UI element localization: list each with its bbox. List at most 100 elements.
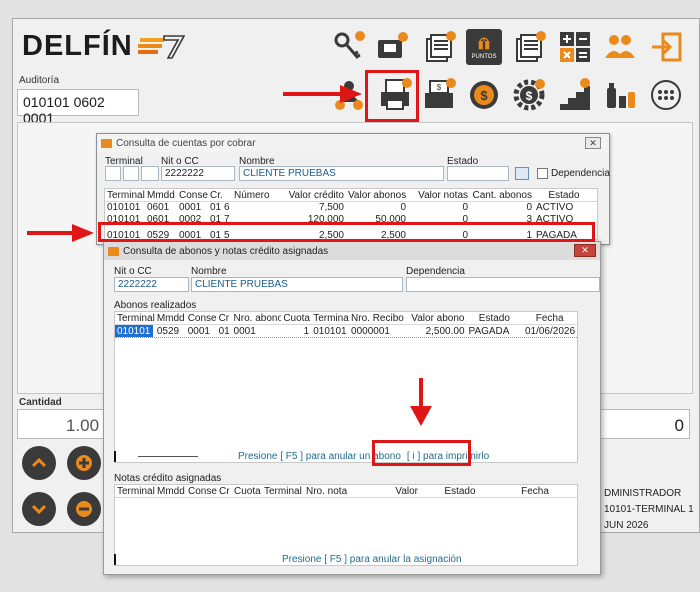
arrow-right-icon xyxy=(340,85,362,103)
col-valor-abonos[interactable]: Valor abonos xyxy=(346,189,408,201)
col-cr[interactable]: Cr xyxy=(217,485,232,497)
col-conse[interactable]: Conse xyxy=(186,485,217,497)
col-terminal[interactable]: Terminal xyxy=(115,485,155,497)
card-wallet-icon[interactable] xyxy=(374,29,410,65)
table-row[interactable]: 010101 0529 0001 01 0001 1 010101 000000… xyxy=(115,325,577,338)
users-icon[interactable] xyxy=(602,29,638,65)
cell-cr: 01 xyxy=(218,326,230,337)
app-logo: DELFÍN xyxy=(22,30,133,62)
cell-nro-abono: 0001 xyxy=(233,326,256,337)
documents-add-icon[interactable] xyxy=(421,29,457,65)
bottles-icon[interactable] xyxy=(602,77,638,113)
col-valor-notas[interactable]: Valor notas xyxy=(408,189,470,201)
col-mmdd[interactable]: Mmdd xyxy=(155,312,186,324)
col-mmdd[interactable]: Mmdd xyxy=(155,485,186,497)
col-terminal[interactable]: Terminal xyxy=(105,189,145,201)
nombre-label: Nombre xyxy=(191,266,227,277)
notas-statusbar: Presione [ F5 ] para anular la asignació… xyxy=(114,552,578,566)
cell-nro-recibo: 0000001 xyxy=(351,326,390,337)
col-cr[interactable]: Cr xyxy=(217,312,232,324)
annotation-box-print-hint xyxy=(372,440,471,466)
window-app-icon xyxy=(101,138,112,148)
col-mmdd[interactable]: Mmdd xyxy=(145,189,177,201)
dependencia-field[interactable] xyxy=(406,277,600,292)
plus-button[interactable] xyxy=(67,446,101,480)
calendar-icon[interactable] xyxy=(515,167,529,180)
col-valor[interactable]: Valor xyxy=(358,485,420,497)
cell-conse: 0001 xyxy=(179,202,202,213)
down-button[interactable] xyxy=(22,492,56,526)
nombre-field[interactable]: CLIENTE PRUEBAS xyxy=(191,277,403,292)
col-estado[interactable]: Estado xyxy=(467,312,523,324)
col-cuota[interactable]: Cuota xyxy=(281,312,311,324)
col-valor-abono[interactable]: Valor abono xyxy=(405,312,467,324)
nombre-field[interactable]: CLIENTE PRUEBAS xyxy=(239,166,444,181)
more-icon[interactable] xyxy=(648,77,684,113)
arrow-right-icon xyxy=(72,224,94,242)
up-button[interactable] xyxy=(22,446,56,480)
dollar-coin-icon[interactable]: $ xyxy=(466,77,502,113)
col-terminal[interactable]: Terminal xyxy=(115,312,155,324)
terminal-field-3[interactable] xyxy=(141,166,159,181)
dollar-gear-icon[interactable]: $ xyxy=(511,77,547,113)
col-nro-nota[interactable]: Nro. nota xyxy=(304,485,358,497)
terminal-field-1[interactable] xyxy=(105,166,121,181)
divider xyxy=(138,455,198,457)
col-fecha[interactable]: Fecha xyxy=(500,485,570,497)
cell-valor-credito: 7,500 xyxy=(318,202,344,213)
cuentas-title: Consulta de cuentas por cobrar xyxy=(116,137,256,149)
cuentas-table-header: Terminal Mmdd Conse Cr. Número Valor cré… xyxy=(105,189,597,202)
cuentas-titlebar: Consulta de cuentas por cobrar xyxy=(97,134,609,152)
close-icon[interactable]: ✕ xyxy=(574,244,596,257)
nit-field[interactable]: 2222222 xyxy=(161,166,235,181)
cell-mmdd: 0529 xyxy=(156,326,180,337)
abonos-section-title: Abonos realizados xyxy=(114,300,197,311)
abonos-table: Terminal Mmdd Conse Cr Nro. abono Cuota … xyxy=(114,311,578,463)
terminal-field-2[interactable] xyxy=(123,166,139,181)
col-terminal-2[interactable]: Terminal xyxy=(311,312,349,324)
svg-text:$: $ xyxy=(480,88,488,103)
minus-button[interactable] xyxy=(67,492,101,526)
user-role: DMINISTRADOR xyxy=(604,488,682,499)
col-estado[interactable]: Estado xyxy=(420,485,500,497)
col-conse[interactable]: Conse xyxy=(177,189,208,201)
annotation-box-selected-row xyxy=(98,222,595,242)
col-nro-recibo[interactable]: Nro. Recibo xyxy=(349,312,405,324)
col-fecha[interactable]: Fecha xyxy=(522,312,577,324)
col-estado[interactable]: Estado xyxy=(534,189,594,201)
window-app-icon xyxy=(108,246,119,256)
cell-terminal: 010101 xyxy=(115,325,153,337)
auditoria-field[interactable]: 010101 0602 0001 xyxy=(17,89,139,126)
svg-text:$: $ xyxy=(437,83,442,92)
col-terminal-2[interactable]: Terminal xyxy=(262,485,304,497)
calculator-icon[interactable] xyxy=(557,29,593,65)
cell-mmdd: 0601 xyxy=(147,202,170,213)
documents-search-icon[interactable] xyxy=(511,29,547,65)
close-icon[interactable]: ✕ xyxy=(585,137,601,149)
stairs-icon[interactable] xyxy=(557,77,593,113)
col-cr[interactable]: Cr. xyxy=(208,189,232,201)
points-label: PUNTOS xyxy=(471,54,497,60)
gift-points-icon[interactable]: PUNTOS xyxy=(466,29,502,65)
col-nro-abono[interactable]: Nro. abono xyxy=(232,312,282,324)
cell-estado: PAGADA xyxy=(468,326,510,337)
cantidad-label: Cantidad xyxy=(19,397,62,408)
col-cuota[interactable]: Cuota xyxy=(232,485,262,497)
user-date: JUN 2026 xyxy=(604,520,649,531)
dependencia-checkbox[interactable] xyxy=(537,168,548,179)
annotation-arrow-shaft xyxy=(283,92,343,96)
col-conse[interactable]: Conse xyxy=(186,312,217,324)
cell-cr: 01 xyxy=(210,202,222,213)
nit-field[interactable]: 2222222 xyxy=(114,277,189,292)
col-cant-abonos[interactable]: Cant. abonos xyxy=(470,189,534,201)
cantidad-field[interactable]: 1.00 xyxy=(17,409,112,439)
exit-icon[interactable] xyxy=(648,29,684,65)
col-valor-credito[interactable]: Valor crédito xyxy=(284,189,346,201)
cash-register-icon[interactable]: $ xyxy=(421,77,457,113)
table-row[interactable]: 010101 0601 0001 01 6 7,500 0 0 0 ACTIVO xyxy=(105,202,597,214)
total-field: 0 xyxy=(598,409,690,439)
col-numero[interactable]: Número xyxy=(232,189,284,201)
keys-icon[interactable] xyxy=(331,29,367,65)
estado-field[interactable] xyxy=(447,166,509,181)
annotation-box-print-tool xyxy=(365,70,419,122)
